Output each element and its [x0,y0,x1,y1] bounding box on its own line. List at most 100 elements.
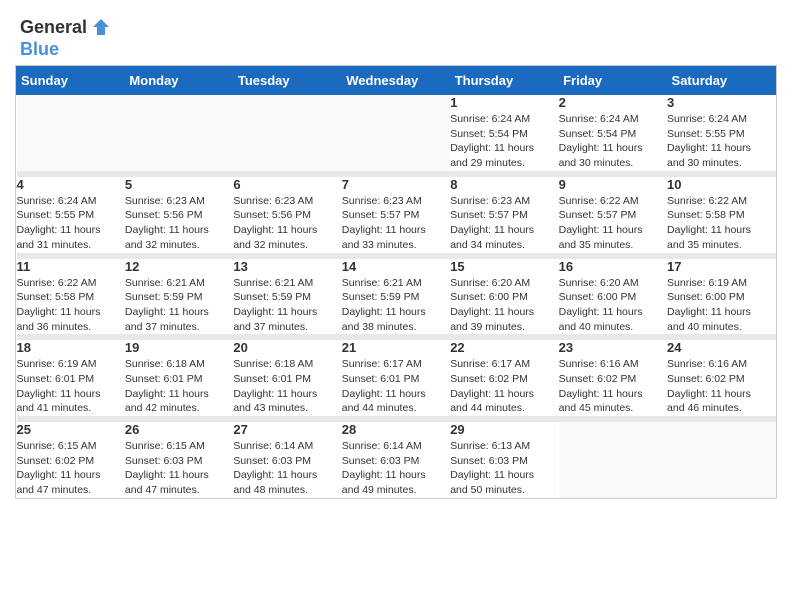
day-number: 16 [559,259,667,274]
day-info: Sunrise: 6:17 AM Sunset: 6:01 PM Dayligh… [342,357,450,416]
day-cell: 2Sunrise: 6:24 AM Sunset: 5:54 PM Daylig… [559,95,667,171]
day-cell: 11 Sunrise: 6:22 AM Sunset: 5:58 PM Dayli… [17,259,125,335]
day-info: Sunrise: 6:18 AM Sunset: 6:01 PM Dayligh… [233,357,341,416]
day-info: Sunrise: 6:18 AM Sunset: 6:01 PM Dayligh… [125,357,233,416]
calendar-body: 1 Sunrise: 6:24 AM Sunset: 5:54 PM Daylig… [17,95,776,498]
day-cell [667,422,775,498]
day-header-tuesday: Tuesday [233,67,341,95]
day-header-monday: Monday [125,67,233,95]
day-number: 12 [125,259,233,274]
day-cell: 14Sunrise: 6:21 AM Sunset: 5:59 PM Dayli… [342,259,450,335]
day-number: 5 [125,177,233,192]
day-cell: 19 Sunrise: 6:18 AM Sunset: 6:01 PM Dayli… [125,340,233,416]
day-info: Sunrise: 6:23 AM Sunset: 5:56 PM Dayligh… [125,194,233,253]
day-info: Sunrise: 6:19 AM Sunset: 6:00 PM Dayligh… [667,276,775,335]
day-cell: 1 Sunrise: 6:24 AM Sunset: 5:54 PM Daylig… [450,95,558,171]
day-number: 27 [233,422,341,437]
day-info: Sunrise: 6:23 AM Sunset: 5:57 PM Dayligh… [342,194,450,253]
day-cell: 3 Sunrise: 6:24 AM Sunset: 5:55 PM Daylig… [667,95,775,171]
day-cell: 7 Sunrise: 6:23 AM Sunset: 5:57 PM Daylig… [342,177,450,253]
day-cell: 12 Sunrise: 6:21 AM Sunset: 5:59 PM Dayli… [125,259,233,335]
day-number: 10 [667,177,775,192]
day-number: 25 [17,422,125,437]
day-cell: 9 Sunrise: 6:22 AM Sunset: 5:57 PM Daylig… [559,177,667,253]
day-number: 1 [450,95,558,110]
day-number: 18 [17,340,125,355]
day-info: Sunrise: 6:19 AM Sunset: 6:01 PM Dayligh… [17,357,125,416]
day-info: Sunrise: 6:14 AM Sunset: 6:03 PM Dayligh… [233,439,341,498]
day-info: Sunrise: 6:15 AM Sunset: 6:02 PM Dayligh… [17,439,125,498]
day-cell: 25 Sunrise: 6:15 AM Sunset: 6:02 PM Dayli… [17,422,125,498]
day-number: 7 [342,177,450,192]
day-number: 17 [667,259,775,274]
day-info: Sunrise: 6:24 AM Sunset: 5:54 PM Dayligh… [450,112,558,171]
day-cell: 26Sunrise: 6:15 AM Sunset: 6:03 PM Dayli… [125,422,233,498]
day-info: Sunrise: 6:22 AM Sunset: 5:58 PM Dayligh… [667,194,775,253]
day-number: 28 [342,422,450,437]
day-cell [342,95,450,171]
day-cell: 21Sunrise: 6:17 AM Sunset: 6:01 PM Dayli… [342,340,450,416]
day-cell: 13 Sunrise: 6:21 AM Sunset: 5:59 PM Dayli… [233,259,341,335]
week-row: 4Sunrise: 6:24 AM Sunset: 5:55 PM Daylig… [17,177,776,253]
day-number: 2 [559,95,667,110]
day-cell: 4Sunrise: 6:24 AM Sunset: 5:55 PM Daylig… [17,177,125,253]
day-cell: 5 Sunrise: 6:23 AM Sunset: 5:56 PM Daylig… [125,177,233,253]
day-cell: 17 Sunrise: 6:19 AM Sunset: 6:00 PM Dayli… [667,259,775,335]
day-cell [233,95,341,171]
day-header-thursday: Thursday [450,67,558,95]
day-number: 6 [233,177,341,192]
day-number: 24 [667,340,775,355]
day-info: Sunrise: 6:20 AM Sunset: 6:00 PM Dayligh… [559,276,667,335]
day-info: Sunrise: 6:21 AM Sunset: 5:59 PM Dayligh… [233,276,341,335]
day-info: Sunrise: 6:21 AM Sunset: 5:59 PM Dayligh… [342,276,450,335]
day-cell [17,95,125,171]
day-info: Sunrise: 6:16 AM Sunset: 6:02 PM Dayligh… [667,357,775,416]
day-info: Sunrise: 6:17 AM Sunset: 6:02 PM Dayligh… [450,357,558,416]
day-number: 22 [450,340,558,355]
day-cell: 20 Sunrise: 6:18 AM Sunset: 6:01 PM Dayli… [233,340,341,416]
day-info: Sunrise: 6:24 AM Sunset: 5:55 PM Dayligh… [667,112,775,171]
day-info: Sunrise: 6:22 AM Sunset: 5:57 PM Dayligh… [559,194,667,253]
week-row: 11 Sunrise: 6:22 AM Sunset: 5:58 PM Dayli… [17,259,776,335]
day-info: Sunrise: 6:23 AM Sunset: 5:57 PM Dayligh… [450,194,558,253]
logo-blue-text: Blue [20,39,59,60]
day-info: Sunrise: 6:20 AM Sunset: 6:00 PM Dayligh… [450,276,558,335]
day-header-sunday: Sunday [17,67,125,95]
day-number: 23 [559,340,667,355]
day-number: 20 [233,340,341,355]
day-info: Sunrise: 6:21 AM Sunset: 5:59 PM Dayligh… [125,276,233,335]
day-cell: 23 Sunrise: 6:16 AM Sunset: 6:02 PM Dayli… [559,340,667,416]
day-cell: 15 Sunrise: 6:20 AM Sunset: 6:00 PM Dayli… [450,259,558,335]
days-header-row: SundayMondayTuesdayWednesdayThursdayFrid… [17,67,776,95]
day-info: Sunrise: 6:23 AM Sunset: 5:56 PM Dayligh… [233,194,341,253]
day-number: 15 [450,259,558,274]
day-cell: 18 Sunrise: 6:19 AM Sunset: 6:01 PM Dayli… [17,340,125,416]
logo-icon [89,15,113,39]
day-number: 19 [125,340,233,355]
day-cell: 29Sunrise: 6:13 AM Sunset: 6:03 PM Dayli… [450,422,558,498]
day-number: 11 [17,259,125,274]
day-number: 13 [233,259,341,274]
day-cell: 8Sunrise: 6:23 AM Sunset: 5:57 PM Daylig… [450,177,558,253]
day-info: Sunrise: 6:16 AM Sunset: 6:02 PM Dayligh… [559,357,667,416]
day-cell: 28Sunrise: 6:14 AM Sunset: 6:03 PM Dayli… [342,422,450,498]
day-cell [559,422,667,498]
day-info: Sunrise: 6:22 AM Sunset: 5:58 PM Dayligh… [17,276,125,335]
day-info: Sunrise: 6:13 AM Sunset: 6:03 PM Dayligh… [450,439,558,498]
calendar-table: SundayMondayTuesdayWednesdayThursdayFrid… [16,66,776,498]
logo: General Blue [20,15,113,60]
calendar-container: SundayMondayTuesdayWednesdayThursdayFrid… [15,65,777,499]
day-info: Sunrise: 6:24 AM Sunset: 5:55 PM Dayligh… [17,194,125,253]
day-header-saturday: Saturday [667,67,775,95]
week-row: 25 Sunrise: 6:15 AM Sunset: 6:02 PM Dayli… [17,422,776,498]
day-cell: 24 Sunrise: 6:16 AM Sunset: 6:02 PM Dayli… [667,340,775,416]
day-number: 3 [667,95,775,110]
day-cell [125,95,233,171]
day-info: Sunrise: 6:15 AM Sunset: 6:03 PM Dayligh… [125,439,233,498]
day-cell: 22 Sunrise: 6:17 AM Sunset: 6:02 PM Dayli… [450,340,558,416]
week-row: 18 Sunrise: 6:19 AM Sunset: 6:01 PM Dayli… [17,340,776,416]
day-number: 9 [559,177,667,192]
day-header-wednesday: Wednesday [342,67,450,95]
day-cell: 6 Sunrise: 6:23 AM Sunset: 5:56 PM Daylig… [233,177,341,253]
day-header-friday: Friday [559,67,667,95]
